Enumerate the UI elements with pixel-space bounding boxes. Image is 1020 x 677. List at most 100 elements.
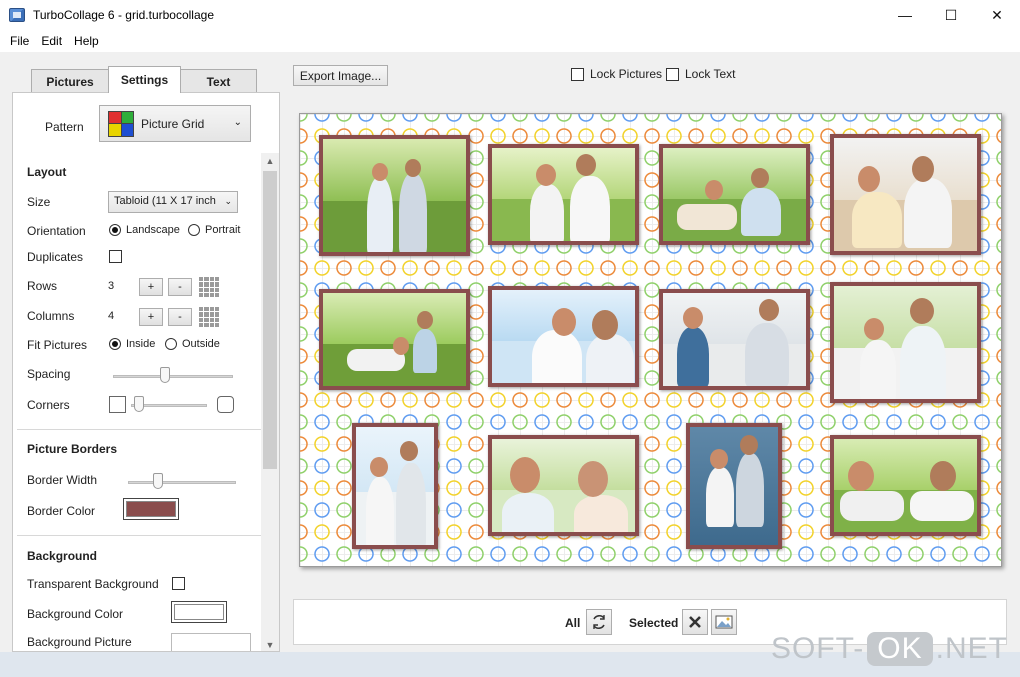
rows-label: Rows [27, 279, 58, 293]
export-image-button[interactable]: Export Image... [293, 65, 388, 86]
collage-photo[interactable] [319, 289, 470, 390]
collage-photo[interactable] [488, 286, 639, 387]
lock-text-option[interactable]: Lock Text [666, 67, 735, 81]
maximize-button[interactable]: ☐ [928, 0, 974, 30]
settings-panel: Pattern Picture Grid ⌄ Layout Size Tablo… [12, 92, 280, 652]
collage-photo[interactable] [488, 435, 639, 536]
pattern-value: Picture Grid [141, 116, 205, 131]
border-width-label: Border Width [27, 473, 98, 487]
fit-inside-radio[interactable] [109, 338, 121, 350]
rounded-corner-icon [217, 396, 234, 413]
size-value: Tabloid (11 X 17 inch [114, 195, 216, 207]
tab-text[interactable]: Text [180, 69, 257, 93]
scroll-up-icon[interactable]: ▲ [261, 153, 279, 169]
window-controls: — ☐ ✕ [882, 0, 1020, 30]
size-label: Size [27, 195, 51, 209]
background-picture-button[interactable] [171, 633, 251, 651]
lock-pictures-option[interactable]: Lock Pictures [571, 67, 662, 81]
pattern-dropdown[interactable]: Picture Grid ⌄ [99, 105, 251, 142]
background-picture-label: Background Picture [27, 635, 132, 649]
spacing-label: Spacing [27, 367, 71, 381]
refresh-icon [593, 614, 605, 630]
replace-picture-button[interactable] [711, 609, 737, 635]
transparent-background-label: Transparent Background [27, 577, 159, 591]
rows-increase-button[interactable]: + [139, 278, 163, 296]
spacing-slider-track[interactable] [113, 375, 233, 378]
columns-increase-button[interactable]: + [139, 308, 163, 326]
size-dropdown[interactable]: Tabloid (11 X 17 inch ⌄ [108, 191, 238, 213]
corners-label: Corners [27, 398, 70, 412]
image-icon [715, 615, 733, 629]
watermark: SOFT- OK .NET [771, 632, 1008, 666]
columns-grid-icon [199, 307, 219, 327]
collage-photo[interactable] [659, 289, 810, 390]
settings-sidebar: Pictures Settings Text Pattern Picture G… [0, 52, 284, 652]
selected-label: Selected [629, 616, 679, 630]
picture-grid-icon [108, 110, 134, 137]
lock-pictures-checkbox[interactable] [571, 67, 584, 81]
portrait-radio[interactable] [188, 224, 200, 236]
menu-bar: File Edit Help [0, 30, 1020, 52]
section-divider [17, 535, 261, 536]
border-width-slider-track[interactable] [128, 481, 236, 484]
landscape-label: Landscape [126, 224, 180, 236]
collage-photo[interactable] [830, 134, 981, 255]
collage-photo[interactable] [352, 423, 438, 549]
menu-edit[interactable]: Edit [35, 34, 68, 48]
menu-file[interactable]: File [4, 34, 35, 48]
background-section-title: Background [27, 549, 98, 563]
orientation-label: Orientation [27, 224, 86, 238]
settings-scrollbar[interactable]: ▲ ▼ [261, 153, 279, 651]
minimize-button[interactable]: — [882, 0, 928, 30]
border-width-slider-thumb[interactable] [152, 473, 163, 489]
close-button[interactable]: ✕ [974, 0, 1020, 30]
square-corner-icon [109, 396, 126, 413]
remove-selected-button[interactable] [682, 609, 708, 635]
fit-pictures-label: Fit Pictures [27, 338, 88, 352]
collage-workspace: Export Image... Lock Pictures Lock Text [284, 52, 1020, 652]
collage-photo[interactable] [830, 435, 981, 536]
border-color-label: Border Color [27, 504, 96, 518]
rows-value: 3 [108, 280, 115, 292]
columns-decrease-button[interactable]: - [168, 308, 192, 326]
corners-slider-thumb[interactable] [134, 396, 145, 412]
watermark-mid: OK [867, 632, 933, 666]
close-icon [689, 616, 701, 628]
rows-decrease-button[interactable]: - [168, 278, 192, 296]
collage-photo[interactable] [319, 135, 470, 256]
collage-photo[interactable] [686, 423, 782, 549]
scroll-down-icon[interactable]: ▼ [261, 637, 279, 651]
fit-outside-label: Outside [182, 338, 220, 350]
chevron-down-icon: ⌄ [233, 117, 242, 128]
window-title: TurboCollage 6 - grid.turbocollage [33, 8, 214, 22]
watermark-right: .NET [935, 632, 1008, 665]
menu-help[interactable]: Help [68, 34, 105, 48]
app-icon [9, 8, 25, 22]
background-color-swatch[interactable] [171, 601, 227, 623]
section-divider [17, 429, 261, 430]
duplicates-checkbox[interactable] [109, 250, 122, 263]
background-color-label: Background Color [27, 607, 124, 621]
collage-photo[interactable] [488, 144, 639, 245]
tab-settings[interactable]: Settings [108, 66, 181, 93]
lock-text-label: Lock Text [685, 67, 736, 81]
collage-photo[interactable] [830, 282, 981, 403]
layout-section-title: Layout [27, 165, 67, 179]
portrait-label: Portrait [205, 224, 241, 236]
scrollbar-thumb[interactable] [263, 171, 277, 469]
tab-pictures[interactable]: Pictures [31, 69, 109, 93]
lock-pictures-label: Lock Pictures [590, 67, 663, 81]
all-label: All [565, 616, 581, 630]
title-bar: TurboCollage 6 - grid.turbocollage — ☐ ✕ [0, 0, 1020, 30]
collage-photo[interactable] [659, 144, 810, 245]
border-color-swatch[interactable] [123, 498, 179, 520]
fit-outside-radio[interactable] [165, 338, 177, 350]
transparent-background-checkbox[interactable] [172, 577, 185, 590]
spacing-slider-thumb[interactable] [160, 367, 171, 383]
rows-grid-icon [199, 277, 219, 297]
lock-text-checkbox[interactable] [666, 67, 679, 81]
shuffle-all-button[interactable] [586, 609, 612, 635]
tab-strip: Pictures Settings Text [31, 66, 257, 93]
landscape-radio[interactable] [109, 224, 121, 236]
collage-canvas[interactable] [299, 113, 1002, 567]
